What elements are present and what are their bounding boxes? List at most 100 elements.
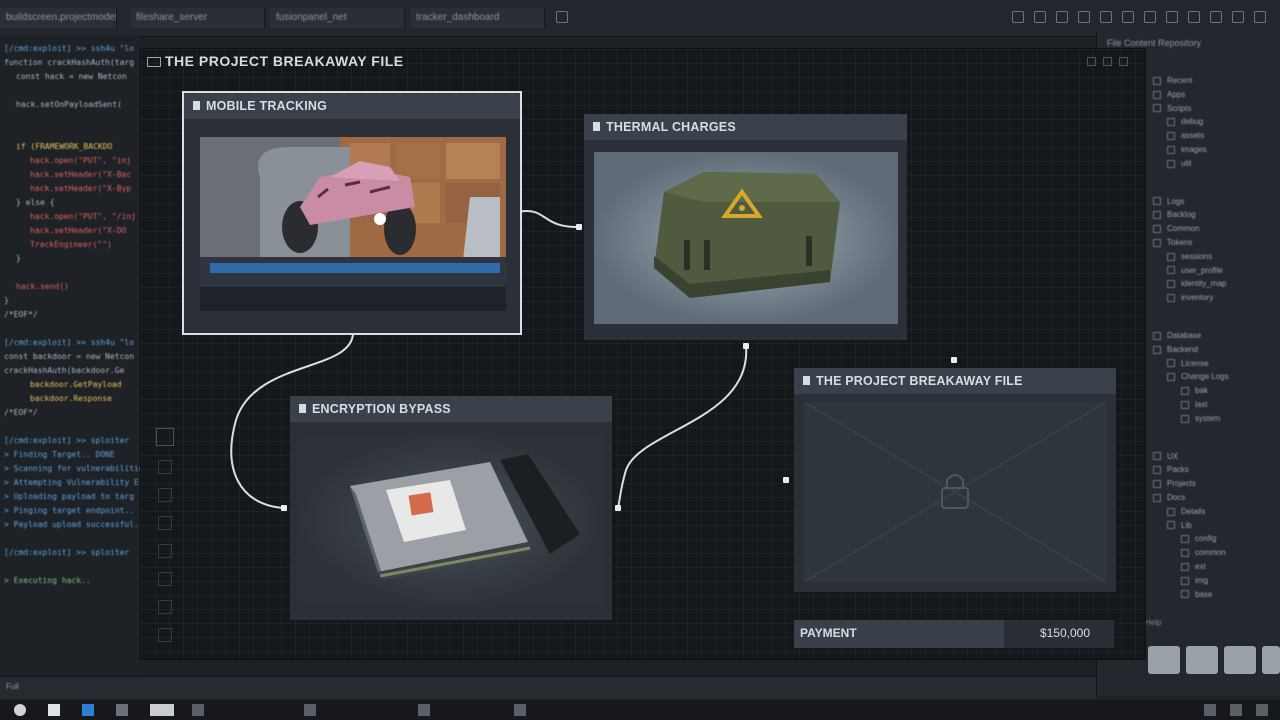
tab-fileshare[interactable]: fileshare_server bbox=[130, 8, 265, 28]
grid-icon[interactable] bbox=[1100, 11, 1112, 23]
tree-item[interactable]: Database bbox=[1153, 331, 1201, 340]
app-icon[interactable] bbox=[418, 704, 430, 716]
card-breakaway-file[interactable]: THE PROJECT BREAKAWAY FILE bbox=[794, 368, 1116, 592]
connector-node[interactable] bbox=[615, 505, 621, 511]
connector-node[interactable] bbox=[951, 357, 957, 363]
tree-item[interactable]: debug bbox=[1167, 117, 1203, 126]
tab-tracker[interactable]: tracker_dashboard bbox=[410, 8, 545, 28]
tree-item-label: Scripts bbox=[1167, 103, 1192, 113]
hard-drive-image bbox=[300, 434, 602, 606]
tree-item[interactable]: sessions bbox=[1167, 252, 1212, 261]
new-tab-icon[interactable] bbox=[556, 11, 568, 23]
settings-icon[interactable] bbox=[1188, 11, 1200, 23]
swatch-1[interactable] bbox=[1148, 646, 1180, 674]
window-icon[interactable] bbox=[1166, 11, 1178, 23]
card-header[interactable]: THERMAL CHARGES bbox=[584, 114, 907, 140]
card-encryption-bypass[interactable]: ENCRYPTION BYPASS bbox=[290, 396, 612, 620]
text-tool-icon[interactable] bbox=[158, 572, 172, 586]
code-line: } bbox=[16, 254, 21, 263]
code-line: > Scanning for vulnerabilitie bbox=[4, 464, 140, 473]
tree-item[interactable]: UX bbox=[1153, 452, 1178, 461]
app-icon[interactable] bbox=[514, 704, 526, 716]
layers-icon[interactable] bbox=[1122, 11, 1134, 23]
tree-item[interactable]: Common bbox=[1153, 224, 1199, 233]
tree-item[interactable]: Backlog bbox=[1153, 210, 1195, 219]
explorer-icon[interactable] bbox=[48, 704, 60, 716]
node-tool-icon[interactable] bbox=[158, 516, 172, 530]
tree-item[interactable]: last bbox=[1181, 400, 1207, 409]
tab-buildscreen[interactable]: buildscreen.projectmodel bbox=[0, 8, 117, 28]
edit-icon[interactable] bbox=[1034, 11, 1046, 23]
card-header[interactable]: THE PROJECT BREAKAWAY FILE bbox=[794, 368, 1116, 394]
minimize-icon[interactable] bbox=[1087, 57, 1096, 66]
tree-item[interactable]: identity_map bbox=[1167, 279, 1226, 288]
tree-item[interactable]: bak bbox=[1181, 386, 1208, 395]
window-icon bbox=[147, 57, 161, 67]
tree-item[interactable]: img bbox=[1181, 576, 1208, 585]
tree-item[interactable]: Scripts bbox=[1153, 104, 1191, 113]
trash-tool-icon[interactable] bbox=[158, 628, 172, 642]
terminal-icon[interactable] bbox=[116, 704, 128, 716]
select-tool-icon[interactable] bbox=[156, 428, 174, 446]
tree-item[interactable]: Tokens bbox=[1153, 238, 1192, 247]
menu-icon[interactable] bbox=[1254, 11, 1266, 23]
connector-node[interactable] bbox=[281, 505, 287, 511]
tree-item[interactable]: inventory bbox=[1167, 293, 1213, 302]
tree-item[interactable]: base bbox=[1181, 590, 1212, 599]
tree-item[interactable]: Change Logs bbox=[1167, 372, 1229, 381]
tree-item[interactable]: Packs bbox=[1153, 465, 1189, 474]
tab-fusionpanel[interactable]: fusionpanel_net bbox=[270, 8, 405, 28]
browser-icon[interactable] bbox=[82, 704, 94, 716]
tree-item[interactable]: Lib bbox=[1167, 521, 1192, 530]
tool-icon[interactable] bbox=[1012, 11, 1024, 23]
tree-item[interactable]: common bbox=[1181, 548, 1226, 557]
tree-item[interactable]: Recent bbox=[1153, 76, 1192, 85]
user-icon[interactable] bbox=[1210, 11, 1222, 23]
check-icon[interactable] bbox=[1056, 11, 1068, 23]
app-icon[interactable] bbox=[192, 704, 204, 716]
tree-item[interactable]: Docs bbox=[1153, 493, 1185, 502]
swatch-4[interactable] bbox=[1262, 646, 1280, 674]
tree-item[interactable]: config bbox=[1181, 534, 1216, 543]
tree-item[interactable]: images bbox=[1167, 145, 1207, 154]
tray-icon[interactable] bbox=[1204, 704, 1216, 716]
canvas-title: THE PROJECT BREAKAWAY FILE bbox=[165, 53, 404, 69]
link-tool-icon[interactable] bbox=[158, 488, 172, 502]
connector-node[interactable] bbox=[743, 343, 749, 349]
tree-item[interactable]: Backend bbox=[1153, 345, 1198, 354]
clock-icon[interactable] bbox=[1230, 704, 1242, 716]
tree-item[interactable]: assets bbox=[1167, 131, 1204, 140]
bell-icon[interactable] bbox=[1232, 11, 1244, 23]
notification-icon[interactable] bbox=[1256, 704, 1268, 716]
app-icon[interactable] bbox=[304, 704, 316, 716]
code-editor[interactable]: [/cmd:exploit] >> ssh4u "lo function crac… bbox=[0, 36, 140, 696]
tree-item[interactable]: system bbox=[1181, 414, 1220, 423]
tree-item[interactable]: License bbox=[1167, 359, 1209, 368]
tree-item[interactable]: Details bbox=[1167, 507, 1205, 516]
move-tool-icon[interactable] bbox=[158, 460, 172, 474]
tree-item[interactable]: user_profile bbox=[1167, 266, 1223, 275]
payment-field[interactable]: $150,000 bbox=[1004, 620, 1114, 648]
code-line: > Finding Target.. DONE bbox=[4, 450, 115, 459]
swatch-3[interactable] bbox=[1224, 646, 1256, 674]
image-tool-icon[interactable] bbox=[158, 544, 172, 558]
swatch-2[interactable] bbox=[1186, 646, 1218, 674]
window-thumb-icon[interactable] bbox=[150, 704, 174, 716]
connector-node[interactable] bbox=[576, 224, 582, 230]
tree-item[interactable]: Apps bbox=[1153, 90, 1185, 99]
maximize-icon[interactable] bbox=[1103, 57, 1112, 66]
link-icon[interactable] bbox=[1078, 11, 1090, 23]
lock-tool-icon[interactable] bbox=[158, 600, 172, 614]
card-header[interactable]: ENCRYPTION BYPASS bbox=[290, 396, 612, 422]
close-icon[interactable] bbox=[1119, 57, 1128, 66]
start-icon[interactable] bbox=[14, 704, 26, 716]
card-thermal-charges[interactable]: THERMAL CHARGES bbox=[584, 114, 907, 340]
panel-icon[interactable] bbox=[1144, 11, 1156, 23]
tree-item[interactable]: util bbox=[1167, 159, 1191, 168]
tree-item[interactable]: ext bbox=[1181, 562, 1206, 571]
tree-item[interactable]: Logs bbox=[1153, 197, 1184, 206]
connector-node[interactable] bbox=[783, 477, 789, 483]
card-mobile-tracking[interactable]: MOBILE TRACKING bbox=[182, 91, 522, 335]
tree-item[interactable]: Projects bbox=[1153, 479, 1196, 488]
card-header[interactable]: MOBILE TRACKING bbox=[184, 93, 520, 119]
